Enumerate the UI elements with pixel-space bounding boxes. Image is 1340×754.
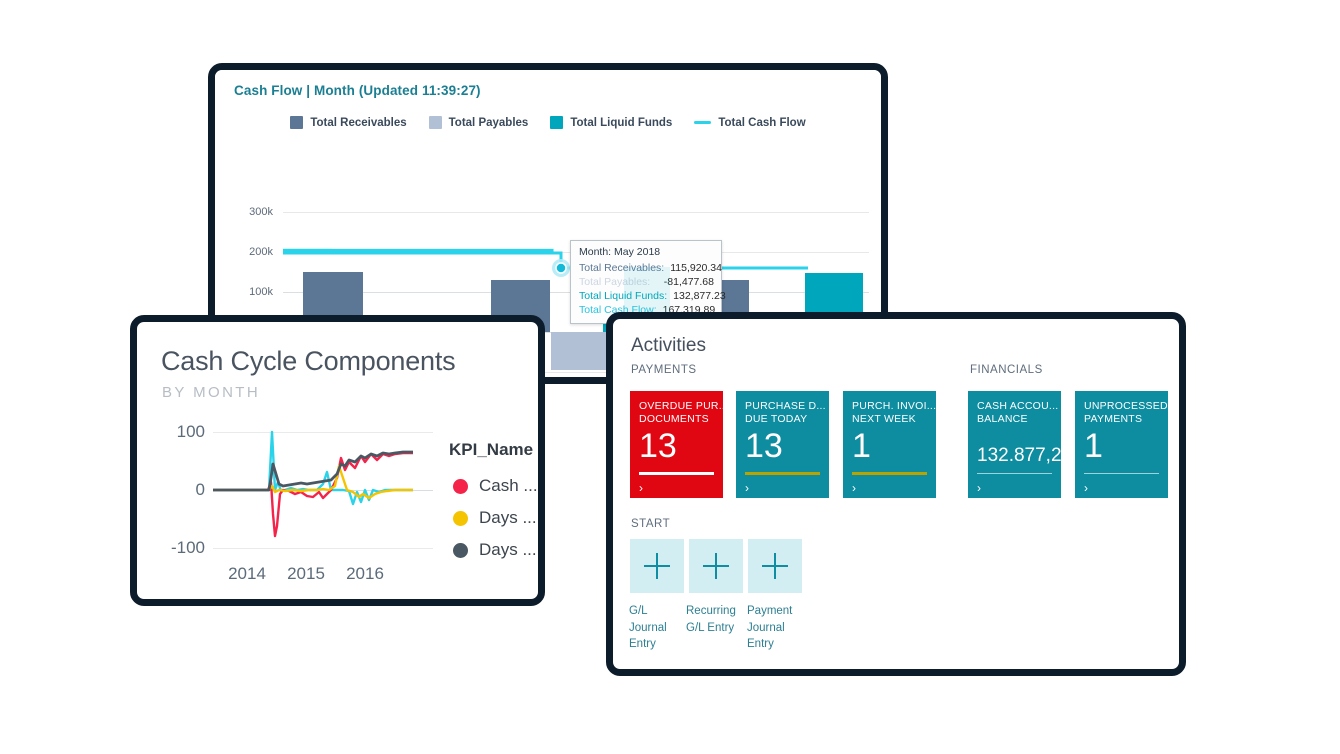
tile-head-line1: UNPROCESSED bbox=[1084, 400, 1168, 412]
tooltip-header: Month: May 2018 bbox=[579, 246, 661, 258]
tile-overdue-purchase-documents[interactable]: OVERDUE PUR... DOCUMENTS 13 › bbox=[630, 391, 723, 498]
cash-cycle-legend-item-2[interactable]: Days ... bbox=[453, 540, 537, 560]
tile-rule bbox=[745, 472, 820, 475]
cash-cycle-series-lines bbox=[213, 430, 413, 538]
cash-flow-point-may-2018[interactable] bbox=[555, 262, 567, 274]
legend-label: Cash ... bbox=[479, 476, 538, 495]
tooltip-row: Total Receivables: 115,920.34 bbox=[579, 261, 722, 275]
x-axis-label: 2015 bbox=[287, 564, 325, 583]
tile-rule bbox=[1084, 473, 1159, 474]
start-tile-label-payment-journal-entry[interactable]: Payment Journal Entry bbox=[747, 603, 801, 653]
tile-head-line2: BALANCE bbox=[977, 412, 1028, 425]
tooltip-row: Total Liquid Funds: 132,877.23 bbox=[579, 289, 726, 303]
y-axis-label: 100 bbox=[176, 422, 205, 441]
tooltip-value: 132,877.23 bbox=[673, 290, 726, 302]
tile-head-line1: OVERDUE PUR... bbox=[639, 400, 723, 412]
legend-item-total-cash-flow[interactable]: Total Cash Flow bbox=[694, 116, 806, 129]
legend-label: Total Liquid Funds bbox=[570, 116, 673, 129]
start-tile-label-recurring-gl-entry[interactable]: Recurring G/L Entry bbox=[686, 603, 744, 636]
legend-item-total-payables[interactable]: Total Payables bbox=[428, 116, 529, 129]
start-tile-payment-journal-entry[interactable] bbox=[748, 539, 802, 593]
tooltip-row: Total Payables: -81,477.68 bbox=[579, 275, 714, 289]
tile-head-line1: CASH ACCOU... bbox=[977, 400, 1059, 412]
legend-label: Days ... bbox=[479, 508, 537, 527]
tile-head-line2: DOCUMENTS bbox=[639, 412, 709, 425]
total-cash-flow-step-line bbox=[283, 251, 808, 277]
tooltip-key: Total Liquid Funds: bbox=[579, 290, 668, 302]
tile-chevron-icon[interactable]: › bbox=[639, 482, 643, 494]
legend-item-total-liquid-funds[interactable]: Total Liquid Funds bbox=[550, 116, 672, 129]
cash-flow-legend: Total Receivables Total Payables Total L… bbox=[215, 116, 881, 129]
legend-swatch-icon bbox=[428, 116, 442, 129]
tile-head-line2: DUE TODAY bbox=[745, 412, 808, 425]
y-axis-label: 300k bbox=[249, 206, 273, 218]
tooltip-key: Total Payables: bbox=[579, 276, 651, 288]
legend-dot-icon bbox=[453, 542, 468, 558]
activities-window: Activities PAYMENTS FINANCIALS OVERDUE P… bbox=[606, 312, 1186, 676]
tile-chevron-icon[interactable]: › bbox=[852, 482, 856, 494]
tooltip-value: 115,920.34 bbox=[670, 262, 722, 274]
y-axis-label: 100k bbox=[249, 286, 273, 298]
tile-chevron-icon[interactable]: › bbox=[977, 482, 981, 494]
legend-label: Total Payables bbox=[448, 116, 529, 129]
tile-chevron-icon[interactable]: › bbox=[1084, 482, 1088, 494]
plus-icon bbox=[748, 539, 802, 593]
cash-cycle-legend-title: KPI_Name bbox=[449, 440, 534, 459]
payments-section-label: PAYMENTS bbox=[631, 364, 697, 376]
start-tile-recurring-gl-entry[interactable] bbox=[689, 539, 743, 593]
tile-unprocessed-payments[interactable]: UNPROCESSED PAYMENTS 1 › bbox=[1075, 391, 1168, 498]
x-axis-label: 2014 bbox=[228, 564, 266, 583]
tile-rule bbox=[639, 472, 714, 475]
legend-line-icon bbox=[694, 121, 712, 124]
y-axis-label: 200k bbox=[249, 246, 273, 258]
tile-value: 1 bbox=[852, 427, 871, 465]
tooltip-key: Total Receivables: bbox=[579, 262, 665, 274]
plus-icon bbox=[630, 539, 684, 593]
tile-head-line2: PAYMENTS bbox=[1084, 412, 1143, 425]
tile-head-line2: NEXT WEEK bbox=[852, 412, 916, 425]
legend-swatch-icon bbox=[550, 116, 564, 129]
start-tile-label-gl-journal-entry[interactable]: G/L Journal Entry bbox=[629, 603, 683, 653]
tile-rule bbox=[852, 472, 927, 475]
tile-value: 1 bbox=[1084, 427, 1103, 465]
cash-cycle-subtitle: BY MONTH bbox=[162, 384, 261, 401]
start-tile-gl-journal-entry[interactable] bbox=[630, 539, 684, 593]
legend-item-total-receivables[interactable]: Total Receivables bbox=[290, 116, 407, 129]
tile-chevron-icon[interactable]: › bbox=[745, 482, 749, 494]
cash-cycle-plot: 100 0 -100 2014 2015 2016 bbox=[151, 418, 441, 593]
activities-title: Activities bbox=[631, 335, 706, 356]
y-axis-label: 0 bbox=[195, 480, 205, 499]
legend-label: Total Receivables bbox=[310, 116, 407, 129]
cash-cycle-window: Cash Cycle Components BY MONTH 100 0 -10… bbox=[130, 315, 545, 606]
tile-head-line1: PURCHASE D... bbox=[745, 400, 826, 412]
tooltip-value: -81,477.68 bbox=[663, 276, 714, 288]
legend-dot-icon bbox=[453, 510, 468, 526]
cash-cycle-legend-item-1[interactable]: Days ... bbox=[453, 508, 537, 528]
tile-rule bbox=[977, 473, 1052, 474]
cash-cycle-title: Cash Cycle Components bbox=[161, 346, 456, 376]
legend-label: Total Cash Flow bbox=[718, 116, 806, 129]
tile-purchase-documents-due-today[interactable]: PURCHASE D... DUE TODAY 13 › bbox=[736, 391, 829, 498]
tile-head-line1: PURCH. INVOI... bbox=[852, 400, 936, 412]
x-axis-label: 2016 bbox=[346, 564, 384, 583]
y-axis-label: -100 bbox=[170, 538, 205, 557]
start-section-label: START bbox=[631, 518, 671, 530]
tile-value: 13 bbox=[745, 427, 783, 465]
tile-value: 13 bbox=[639, 427, 677, 465]
legend-dot-icon bbox=[453, 478, 468, 494]
legend-label: Days ... bbox=[479, 540, 537, 559]
tile-cash-account-balance[interactable]: CASH ACCOU... BALANCE 132.877,23 › bbox=[968, 391, 1061, 498]
tile-value: 132.877,23 bbox=[977, 445, 1061, 466]
cash-flow-title: Cash Flow | Month (Updated 11:39:27) bbox=[234, 83, 481, 98]
legend-swatch-icon bbox=[290, 116, 304, 129]
tile-purchase-invoices-next-week[interactable]: PURCH. INVOI... NEXT WEEK 1 › bbox=[843, 391, 936, 498]
plus-icon bbox=[689, 539, 743, 593]
financials-section-label: FINANCIALS bbox=[970, 364, 1043, 376]
cash-cycle-legend-item-0[interactable]: Cash ... bbox=[453, 476, 538, 496]
